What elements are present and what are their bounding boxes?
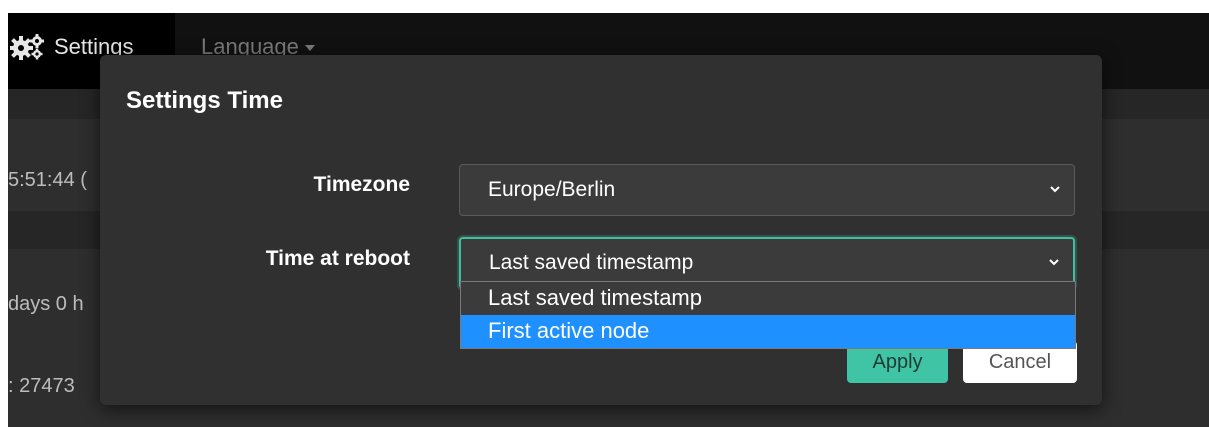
app-viewport: Settings Language 5:51:44 ( days 0 h : 2…	[8, 13, 1209, 427]
time-at-reboot-value: Last saved timestamp	[489, 251, 694, 274]
bg-uptime-text: days 0 h	[8, 293, 84, 315]
time-at-reboot-label: Time at reboot	[265, 247, 410, 270]
caret-down-icon	[304, 45, 315, 52]
option-last-saved-timestamp[interactable]: Last saved timestamp	[461, 282, 1075, 315]
time-at-reboot-options: Last saved timestamp First active node	[460, 281, 1076, 349]
settings-time-modal: Settings Time Timezone Europe/Berlin Tim…	[100, 55, 1102, 405]
chevron-down-icon	[1049, 259, 1059, 266]
timezone-select[interactable]: Europe/Berlin	[459, 164, 1075, 216]
option-first-active-node[interactable]: First active node	[461, 315, 1075, 348]
timezone-value: Europe/Berlin	[488, 178, 616, 201]
chevron-down-icon	[1050, 186, 1060, 193]
timezone-label: Timezone	[313, 173, 410, 196]
bg-count-text: : 27473	[8, 375, 75, 397]
gears-icon	[10, 34, 44, 60]
bg-time-text: 5:51:44 (	[8, 169, 87, 191]
modal-title: Settings Time	[126, 87, 283, 114]
